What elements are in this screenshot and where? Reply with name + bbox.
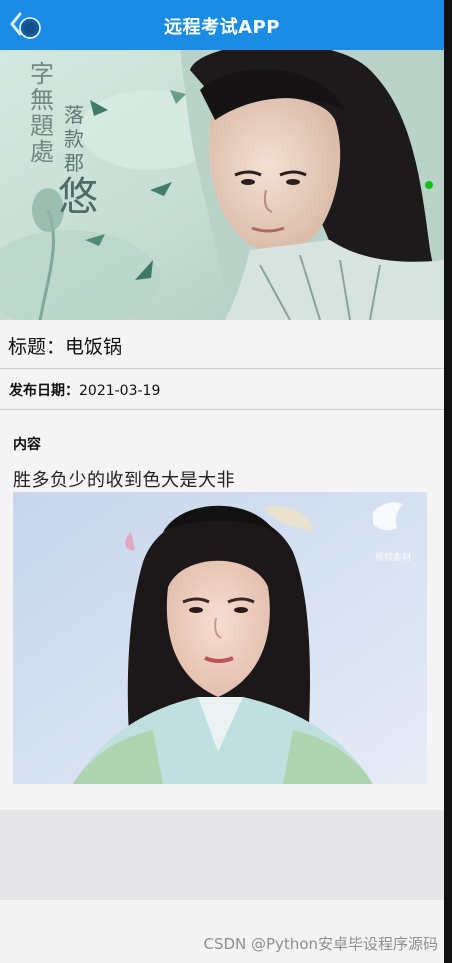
detail-title: 标题：电饭锅 [8,332,122,359]
screen-border [444,0,452,963]
csdn-watermark: CSDN @Python安卓毕设程序源码 [203,935,438,953]
calligraphy-char: 款 [64,127,84,151]
calligraphy-char: 題 [30,112,54,140]
content-text: 胜多负少的收到色大是大非 [13,470,235,491]
status-indicator-dot [425,181,433,189]
logo-watermark: 视频素材 [375,551,411,563]
publish-date: 发布日期：2021-03-19 [9,380,160,400]
title-value: 电饭锅 [65,336,123,358]
app-header: 远程考试APP [0,0,444,50]
calligraphy-char: 字 [30,60,54,88]
calligraphy-char: 落 [64,103,84,127]
date-value: 2021-03-19 [79,383,161,399]
content-image: 视频素材 [13,492,427,784]
calligraphy-char: 悠 [58,174,98,220]
page-title: 远程考试APP [164,17,280,38]
content-section: 内容 胜多负少的收到色大是大非 视频素材 [0,410,444,810]
calligraphy-char: 郡 [64,151,84,175]
detail-date-row: 发布日期：2021-03-19 [0,369,444,410]
calligraphy-char: 處 [30,138,54,166]
footer-band [0,810,444,900]
title-label: 标题： [8,336,66,358]
detail-title-row: 标题：电饭锅 [0,320,444,369]
hero-image: 字 無 題 處 落 款 郡 悠 [0,50,444,320]
content-label: 内容 [13,437,41,453]
date-label: 发布日期： [9,383,79,399]
calligraphy-char: 無 [30,86,54,114]
